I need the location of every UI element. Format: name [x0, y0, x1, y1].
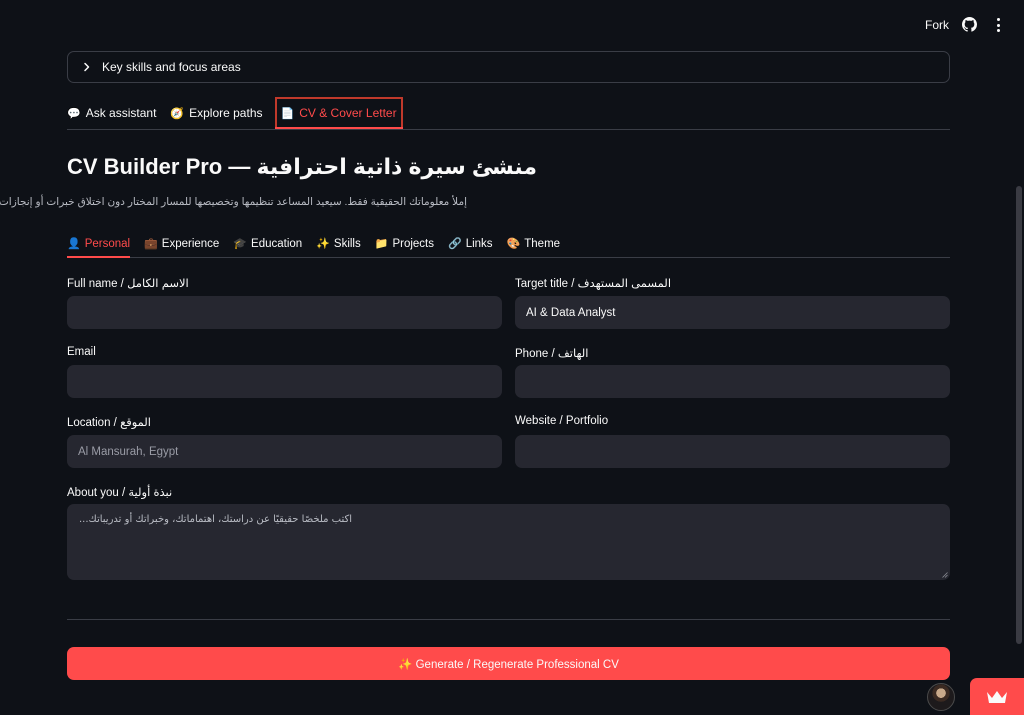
email-label: Email: [67, 346, 96, 358]
tab-label: Explore paths: [189, 106, 263, 120]
about-label: About you / نبذة أولية: [67, 487, 173, 499]
location-label: Location / الموقع: [67, 417, 151, 429]
more-menu-icon[interactable]: [992, 17, 1004, 33]
website-label: Website / Portfolio: [515, 415, 609, 427]
tab-projects[interactable]: 📁 Projects: [375, 230, 434, 257]
page-subtitle: إملأ معلوماتك الحقيقية فقط. سيعيد المساع…: [0, 196, 467, 208]
full-name-input[interactable]: [67, 296, 502, 329]
main-tab-bar: 💬 Ask assistant 🧭 Explore paths 📄 CV & C…: [67, 97, 950, 130]
tab-links[interactable]: 🔗 Links: [448, 230, 493, 257]
tab-education[interactable]: 🎓 Education: [233, 230, 302, 257]
tab-label: Skills: [333, 237, 361, 250]
target-title-input[interactable]: [515, 296, 950, 329]
graduation-cap-icon: 🎓: [233, 238, 248, 250]
expander-label: Key skills and focus areas: [102, 60, 241, 74]
page-title: CV Builder Pro — منشئ سيرة ذاتية احترافي…: [67, 154, 538, 179]
tab-label: Education: [251, 237, 303, 250]
email-input[interactable]: [67, 365, 502, 398]
tab-theme[interactable]: 🎨 Theme: [507, 230, 561, 257]
location-input[interactable]: [67, 435, 502, 468]
chevron-right-icon: [84, 62, 90, 72]
tab-experience[interactable]: 💼 Experience: [144, 230, 219, 257]
tab-cv-cover-letter[interactable]: 📄 CV & Cover Letter: [274, 97, 403, 129]
generate-cv-button[interactable]: ✨ Generate / Regenerate Professional CV: [67, 647, 950, 680]
folder-icon: 📁: [374, 238, 389, 250]
about-textarea[interactable]: [67, 504, 950, 580]
tab-label: CV & Cover Letter: [299, 106, 397, 120]
streamlit-badge[interactable]: [970, 678, 1024, 715]
tab-skills[interactable]: ✨ Skills: [316, 230, 361, 257]
tab-label: Personal: [84, 237, 131, 250]
divider: [67, 619, 950, 620]
link-icon: 🔗: [448, 238, 462, 250]
speech-bubble-icon: 💬: [67, 107, 81, 120]
resize-handle-icon[interactable]: [942, 572, 948, 578]
tab-ask-assistant[interactable]: 💬 Ask assistant: [67, 97, 156, 129]
app-header: Fork: [0, 0, 1024, 50]
tab-label: Links: [465, 237, 493, 250]
phone-input[interactable]: [515, 365, 950, 398]
avatar[interactable]: [927, 683, 955, 711]
cv-section-tab-bar: 👤 Personal 💼 Experience 🎓 Education ✨ Sk…: [67, 230, 950, 258]
sparkles-icon: ✨: [316, 238, 330, 250]
website-input[interactable]: [515, 435, 950, 468]
document-icon: 📄: [280, 107, 295, 120]
fork-button[interactable]: Fork: [925, 18, 949, 32]
scrollbar-thumb[interactable]: [1016, 186, 1022, 644]
palette-icon: 🎨: [506, 238, 521, 250]
target-title-label: Target title / المسمى المستهدف: [515, 278, 672, 290]
tab-label: Ask assistant: [85, 106, 157, 120]
tab-explore-paths[interactable]: 🧭 Explore paths: [170, 97, 262, 129]
full-name-label: Full name / الاسم الكامل: [67, 278, 189, 290]
github-icon[interactable]: [962, 17, 977, 32]
skills-expander[interactable]: Key skills and focus areas: [67, 51, 950, 83]
tab-label: Theme: [524, 237, 561, 250]
crown-icon: [987, 690, 1007, 703]
tab-label: Experience: [161, 237, 220, 250]
tab-label: Projects: [392, 237, 434, 250]
phone-label: Phone / الهاتف: [515, 348, 589, 360]
compass-icon: 🧭: [170, 107, 185, 120]
person-icon: 👤: [67, 238, 81, 250]
briefcase-icon: 💼: [144, 238, 158, 250]
tab-personal[interactable]: 👤 Personal: [67, 230, 131, 258]
